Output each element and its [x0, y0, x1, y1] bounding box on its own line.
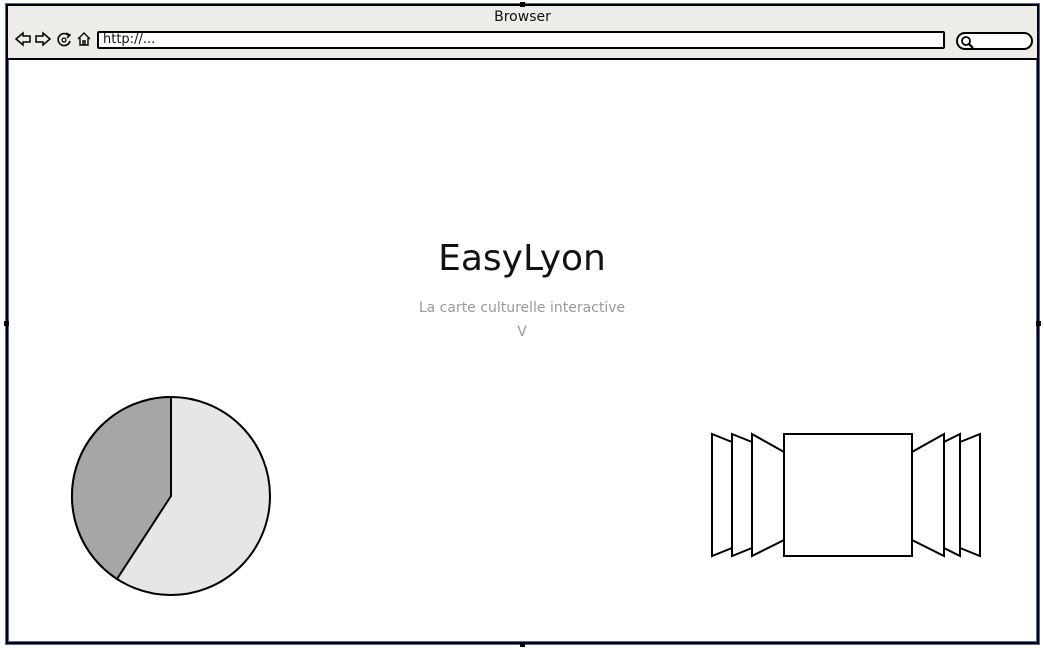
- scroll-down-indicator[interactable]: V: [0, 324, 1044, 340]
- resize-handle: [520, 2, 525, 7]
- cover-flow-center-item: [783, 433, 913, 557]
- browser-chrome: Browser http://...: [8, 6, 1037, 60]
- reload-icon[interactable]: [56, 30, 72, 48]
- pie-chart-placeholder: [70, 395, 271, 596]
- address-bar[interactable]: http://...: [97, 31, 945, 49]
- back-arrow-icon[interactable]: [14, 30, 32, 48]
- search-field[interactable]: [956, 32, 1033, 50]
- cover-flow-placeholder: [711, 432, 981, 558]
- window-title: Browser: [494, 9, 551, 25]
- search-icon: [961, 36, 974, 49]
- page-title: EasyLyon: [438, 238, 606, 279]
- home-icon[interactable]: [76, 30, 92, 48]
- resize-handle: [520, 642, 525, 647]
- page-subtitle: La carte culturelle interactive: [418, 300, 626, 316]
- forward-arrow-icon[interactable]: [34, 30, 52, 48]
